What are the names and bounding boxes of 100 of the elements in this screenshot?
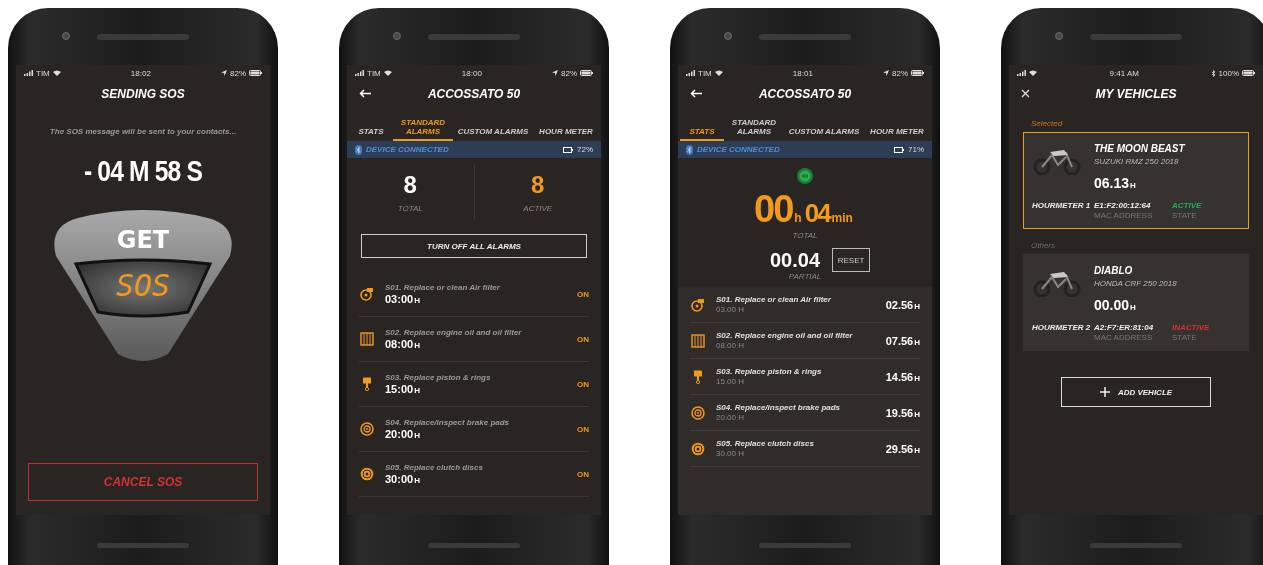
mac-address: A2:F7:ER:81:04 xyxy=(1094,323,1155,332)
vehicle-hours: 00.00 xyxy=(1094,297,1130,313)
stat-label: TOTAL xyxy=(397,204,423,213)
item-name: S04. Replace/inspect brake pads xyxy=(716,403,842,412)
item-interval: 15.00 H xyxy=(716,377,746,386)
status-dot-icon xyxy=(797,168,813,184)
total-minutes: 04 xyxy=(804,198,830,229)
plus-icon xyxy=(1099,387,1110,397)
section-label: Selected xyxy=(1031,119,1064,128)
hours-unit: H xyxy=(414,476,420,485)
device-battery: 72% xyxy=(577,145,593,154)
hours-unit: h xyxy=(794,211,802,225)
target-icon xyxy=(691,405,705,420)
carrier-name: TIM xyxy=(36,68,50,78)
item-name: S05. Replace clutch discs xyxy=(716,439,815,448)
section-label: Others xyxy=(1031,241,1056,250)
wifi-icon xyxy=(52,70,61,76)
camera-lens xyxy=(1055,32,1063,40)
total-label: TOTAL xyxy=(792,231,818,240)
tab[interactable]: CUSTOM ALARMS xyxy=(784,126,864,141)
stat-value: 8 xyxy=(403,171,417,199)
alarm-name: S04. Replace/inspect brake pads xyxy=(385,418,511,427)
alarm-hours: 03:00 xyxy=(385,293,414,305)
total-hours: 00 xyxy=(754,188,793,231)
screen-title: ACCOSSATO 50 xyxy=(427,87,521,101)
countdown-timer: - 04 M 58 S xyxy=(82,154,204,188)
tab[interactable]: HOUR METER xyxy=(864,126,930,141)
vehicle-model: SUZUKI RMZ 250 2018 xyxy=(1094,157,1180,166)
alarm-status: ON xyxy=(577,469,589,479)
hours-unit: H xyxy=(414,296,420,305)
hourmeter-label: HOURMETER 2 xyxy=(1032,323,1090,332)
alarm-hours: 20:00 xyxy=(385,428,414,440)
vehicle-card[interactable]: DIABLO HONDA CRF 250 2018 00.00H HOURMETER 2 A2:F7:ER:81:04 MAC ADDRESS INACTIVE STATE xyxy=(1023,254,1249,351)
status-time: 18:02 xyxy=(129,68,152,78)
status-time: 9:41 AM xyxy=(1108,68,1140,78)
partial-value: 00.04 xyxy=(769,248,821,272)
alarm-hours: 08:00 xyxy=(385,338,414,350)
status-time: 18:00 xyxy=(460,68,483,78)
mac-address-label: MAC ADDRESS xyxy=(1094,333,1154,342)
alarm-name: S02. Replace engine oil and oil filter xyxy=(385,328,523,337)
alarm-status: ON xyxy=(577,379,589,389)
battery-icon xyxy=(580,70,593,76)
item-name: S03. Replace piston & rings xyxy=(716,367,823,376)
bluetooth-icon xyxy=(355,144,362,155)
hourmeter-label: HOURMETER 1 xyxy=(1032,201,1090,210)
item-name: S02. Replace engine oil and oil filter xyxy=(716,331,854,340)
bluetooth-icon xyxy=(686,144,693,155)
item-interval: 20.00 H xyxy=(716,413,746,422)
reset-button[interactable]: RESET xyxy=(832,248,871,272)
state-label: STATE xyxy=(1172,211,1198,220)
hours-unit: H xyxy=(914,301,920,311)
disc-icon xyxy=(691,441,705,456)
wifi-icon xyxy=(1029,70,1037,76)
alarm-hours: 30:00 xyxy=(385,473,414,485)
battery-percent: 82% xyxy=(892,68,908,78)
signal-icon xyxy=(686,70,695,76)
hours-unit: H xyxy=(914,373,920,383)
device-battery: 71% xyxy=(908,145,924,154)
piston-icon xyxy=(362,377,372,391)
wifi-icon xyxy=(383,70,392,76)
piston-icon xyxy=(693,369,703,384)
target-icon xyxy=(360,422,374,436)
vehicle-state: INACTIVE xyxy=(1172,323,1211,332)
battery-percent: 82% xyxy=(230,68,246,78)
state-label: STATE xyxy=(1172,333,1198,342)
add-vehicle-button[interactable]: ADD VEHICLE xyxy=(1061,377,1211,407)
vehicle-hours: 06.13 xyxy=(1094,175,1130,191)
battery-percent: 100% xyxy=(1218,68,1239,78)
tab[interactable]: STATS xyxy=(349,126,393,141)
tab[interactable]: CUSTOM ALARMS xyxy=(453,126,533,141)
alarm-name: S01. Replace or clean Air filter xyxy=(385,283,501,292)
grille-icon xyxy=(360,332,374,346)
item-interval: 08.00 H xyxy=(716,341,746,350)
back-arrow-icon[interactable] xyxy=(359,89,371,98)
vehicle-card[interactable]: THE MOON BEAST SUZUKI RMZ 250 2018 06.13H HOURMETER 1 E1:F2:00:12:64 MAC ADDRESS ACTIVE STATE xyxy=(1023,132,1249,229)
battery-icon xyxy=(911,70,924,76)
item-value: 29.56 xyxy=(885,442,914,455)
signal-icon xyxy=(1017,70,1026,76)
battery-icon xyxy=(894,146,904,153)
mac-address: E1:F2:00:12:64 xyxy=(1094,201,1152,210)
hours-unit: H xyxy=(914,337,920,347)
carrier-name: TIM xyxy=(698,68,712,78)
item-interval: 30.00 H xyxy=(716,449,746,458)
alarm-status: ON xyxy=(577,289,589,299)
turn-off-alarms-button[interactable]: TURN OFF ALL ALARMS xyxy=(361,234,587,258)
hours-unit: H xyxy=(414,431,420,440)
partial-label: PARTIAL xyxy=(788,272,822,281)
vehicle-state: ACTIVE xyxy=(1172,201,1203,210)
signal-icon xyxy=(355,70,364,76)
mac-address-label: MAC ADDRESS xyxy=(1094,211,1154,220)
disc-icon xyxy=(360,467,374,481)
close-icon[interactable] xyxy=(1021,89,1030,98)
status-time: 18:01 xyxy=(791,68,814,78)
tab[interactable]: HOUR METER xyxy=(533,126,599,141)
battery-percent: 82% xyxy=(561,68,577,78)
back-arrow-icon[interactable] xyxy=(690,89,702,98)
battery-icon xyxy=(563,146,573,153)
device-status-text: DEVICE CONNECTED xyxy=(697,145,781,154)
hours-unit: H xyxy=(1130,303,1136,312)
tab[interactable]: STANDARD ALARMS xyxy=(724,117,784,141)
